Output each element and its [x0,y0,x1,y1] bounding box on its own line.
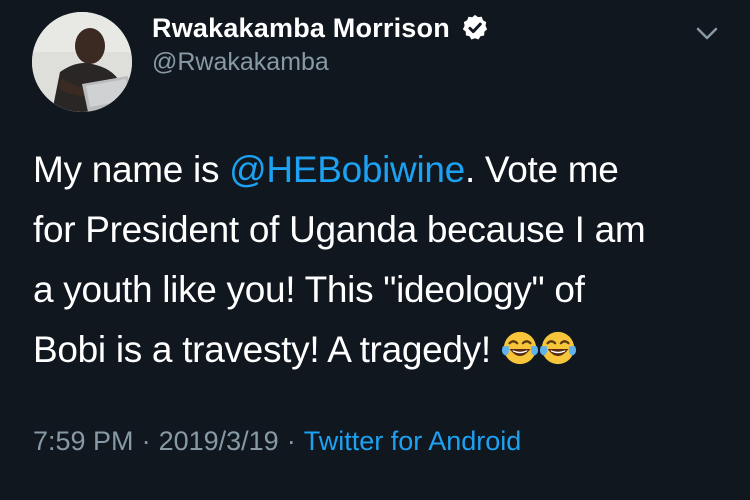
tweet-line-1: My name is @HEBobiwine. Vote me [33,140,733,200]
tweet-card: Rwakakamba Morrison @Rwakakamba My name … [0,0,750,500]
chevron-down-icon[interactable] [692,18,722,48]
avatar[interactable] [32,12,132,112]
author-display-name[interactable]: Rwakakamba Morrison [152,13,450,44]
tweet-source-link[interactable]: Twitter for Android [304,426,522,456]
tweet-line-4: Bobi is a travesty! A tragedy! [33,320,733,380]
tweet-line-3: a youth like you! This "ideology" of [33,269,585,310]
mention-link[interactable]: @HEBobiwine [229,149,465,190]
meta-separator: · [286,426,296,456]
tweet-metadata: 7:59 PM · 2019/3/19 · Twitter for Android [33,426,521,457]
tweet-line-2: for President of Uganda because I am [33,209,646,250]
tweet-text-segment: Bobi is a travesty! A tragedy! [33,329,501,370]
face-with-tears-of-joy-icon [501,325,539,365]
face-with-tears-of-joy-icon [539,325,577,365]
meta-separator: · [141,426,151,456]
tweet-date[interactable]: 2019/3/19 [159,426,279,456]
author-handle[interactable]: @Rwakakamba [152,48,329,77]
tweet-text-segment: . Vote me [464,149,619,190]
avatar-photo [32,12,132,112]
tweet-time[interactable]: 7:59 PM [33,426,134,456]
verified-badge-icon [460,13,490,43]
author-name-row[interactable]: Rwakakamba Morrison [152,10,490,46]
tweet-text-segment: My name is [33,149,230,190]
tweet-text: My name is @HEBobiwine. Vote me for Pres… [33,140,733,380]
